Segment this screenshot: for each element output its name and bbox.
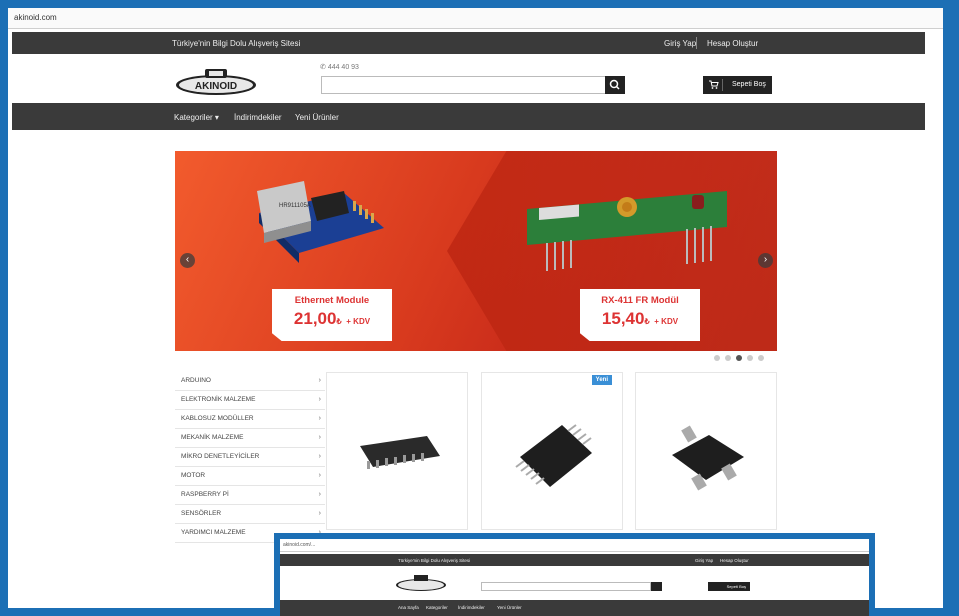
search-input[interactable] xyxy=(321,76,605,94)
cart-button[interactable]: Sepeti Boş xyxy=(703,76,772,94)
preview-nav-item: Yeni Ürünler xyxy=(497,605,522,610)
ethernet-module-image: HR911105A xyxy=(257,181,384,263)
preview-address-bar: akinoid.com/... xyxy=(280,539,869,552)
preview-header: Sepeti Boş xyxy=(280,566,869,600)
divider xyxy=(722,79,723,91)
phone-text: 444 40 93 xyxy=(327,64,359,71)
hero-slider[interactable]: HR911105A Ethernet Module 21,00₺ + KDV R… xyxy=(175,151,777,351)
preview-nav-item: Ana Sayfa xyxy=(398,605,419,610)
preview-search-button xyxy=(651,582,662,591)
slider-next-button[interactable]: › xyxy=(758,253,773,268)
slide-price-card: Ethernet Module 21,00₺ + KDV xyxy=(272,289,392,341)
chevron-right-icon: › xyxy=(763,254,768,265)
category-list: ARDUINO › ELEKTRONİK MALZEME › KABLOSUZ MO… xyxy=(175,372,325,543)
slider-dot[interactable] xyxy=(747,355,753,361)
category-item[interactable]: KABLOSUZ MODÜLLER › xyxy=(175,410,325,429)
preview-nav-item: İndirimdekiler xyxy=(458,605,485,610)
phone-number: ✆ 444 40 93 xyxy=(320,63,359,71)
top-bar: Türkiye'nin Bilgi Dolu Alışveriş Sitesi … xyxy=(12,32,925,54)
category-item[interactable]: ARDUINO › xyxy=(175,372,325,391)
price-value: 15,40 xyxy=(601,309,645,328)
category-label: ELEKTRONİK MALZEME xyxy=(181,396,256,403)
preview-slogan: Türkiye'nin Bilgi Dolu Alışveriş Sitesi xyxy=(398,558,471,563)
nav-categories[interactable]: Kategoriler ▾ xyxy=(174,113,219,122)
product-image xyxy=(672,425,744,491)
phone-icon: ✆ xyxy=(320,64,328,71)
login-link[interactable]: Giriş Yap xyxy=(664,39,696,48)
preview-nav-item: Kategoriler xyxy=(426,605,448,610)
chevron-right-icon: › xyxy=(318,377,321,384)
product-image xyxy=(360,436,440,469)
search-icon xyxy=(609,79,620,90)
site-slogan: Türkiye'nin Bilgi Dolu Alışveriş Sitesi xyxy=(172,39,301,48)
divider xyxy=(696,37,697,49)
preview-login: Giriş Yap xyxy=(695,558,714,563)
site-logo[interactable]: AKINOID xyxy=(175,68,257,96)
rf-module-image xyxy=(527,191,727,271)
search-button[interactable] xyxy=(605,76,625,94)
chevron-right-icon: › xyxy=(318,491,321,498)
product-card[interactable]: Yeni xyxy=(481,372,623,530)
slider-dot[interactable] xyxy=(758,355,764,361)
new-badge: Yeni xyxy=(591,375,612,385)
product-card[interactable] xyxy=(635,372,777,530)
price-value: 21,00 xyxy=(293,309,337,328)
chevron-left-icon: ‹ xyxy=(185,254,190,265)
category-label: ARDUINO xyxy=(181,377,211,384)
chevron-right-icon: › xyxy=(318,434,321,441)
svg-text:HR911105A: HR911105A xyxy=(279,203,311,209)
nav-new-products[interactable]: Yeni Ürünler xyxy=(295,113,339,122)
category-item[interactable]: MEKANİK MALZEME › xyxy=(175,429,325,448)
slide-product-name: Ethernet Module xyxy=(294,295,370,306)
address-bar[interactable]: akinoid.com xyxy=(8,8,943,29)
category-item[interactable]: RASPBERRY Pİ › xyxy=(175,486,325,505)
category-item[interactable]: SENSÖRLER › xyxy=(175,505,325,524)
site-header: AKINOID ✆ 444 40 93 Sepeti Boş xyxy=(12,54,925,106)
tax-label: + KDV xyxy=(346,317,371,326)
category-label: MOTOR xyxy=(181,472,206,479)
slide-price: 21,00₺ + KDV xyxy=(272,309,392,329)
slider-dot[interactable] xyxy=(714,355,720,361)
currency: ₺ xyxy=(644,317,650,326)
chevron-right-icon: › xyxy=(318,415,321,422)
category-label: MİKRO DENETLEYİCİLER xyxy=(181,453,260,460)
slide-price-card: RX-411 FR Modül 15,40₺ + KDV xyxy=(580,289,700,341)
register-link[interactable]: Hesap Oluştur xyxy=(707,39,758,48)
chevron-right-icon: › xyxy=(318,472,321,479)
preview-window: akinoid.com/... Türkiye'nin Bilgi Dolu A… xyxy=(280,539,869,616)
category-item[interactable]: MOTOR › xyxy=(175,467,325,486)
cart-label: Sepeti Boş xyxy=(732,81,766,88)
preview-search-input xyxy=(481,582,651,591)
slide-product-name: RX-411 FR Modül xyxy=(601,295,679,306)
preview-nav: Ana Sayfa Kategoriler İndirimdekiler Yen… xyxy=(280,600,869,616)
product-card[interactable] xyxy=(326,372,468,530)
preview-cart-button: Sepeti Boş xyxy=(708,582,750,591)
category-label: KABLOSUZ MODÜLLER xyxy=(181,415,254,422)
chevron-right-icon: › xyxy=(318,510,321,517)
category-label: YARDIMCI MALZEME xyxy=(181,529,246,536)
slider-dot[interactable] xyxy=(725,355,731,361)
category-label: RASPBERRY Pİ xyxy=(181,491,229,498)
tax-label: + KDV xyxy=(654,317,679,326)
slider-dot-active[interactable] xyxy=(736,355,742,361)
chevron-right-icon: › xyxy=(318,453,321,460)
slider-prev-button[interactable]: ‹ xyxy=(180,253,195,268)
logo-text: AKINOID xyxy=(195,81,237,92)
currency: ₺ xyxy=(336,317,342,326)
preview-register: Hesap Oluştur xyxy=(720,558,749,563)
main-nav: Kategoriler ▾ İndirimdekiler Yeni Ürünle… xyxy=(12,103,925,130)
category-item[interactable]: ELEKTRONİK MALZEME › xyxy=(175,391,325,410)
category-item[interactable]: MİKRO DENETLEYİCİLER › xyxy=(175,448,325,467)
category-label: MEKANİK MALZEME xyxy=(181,434,244,441)
product-image xyxy=(515,424,592,487)
cart-icon xyxy=(709,80,719,89)
preview-top-bar: Türkiye'nin Bilgi Dolu Alışveriş Sitesi … xyxy=(280,554,869,566)
slide-price: 15,40₺ + KDV xyxy=(580,309,700,329)
chevron-right-icon: › xyxy=(318,396,321,403)
nav-discounts[interactable]: İndirimdekiler xyxy=(234,113,282,122)
mobile-preview: akinoid.com/... Türkiye'nin Bilgi Dolu A… xyxy=(274,533,875,616)
preview-logo xyxy=(396,575,446,591)
browser-window: akinoid.com Türkiye'nin Bilgi Dolu Alışv… xyxy=(8,8,943,608)
category-label: SENSÖRLER xyxy=(181,510,222,517)
